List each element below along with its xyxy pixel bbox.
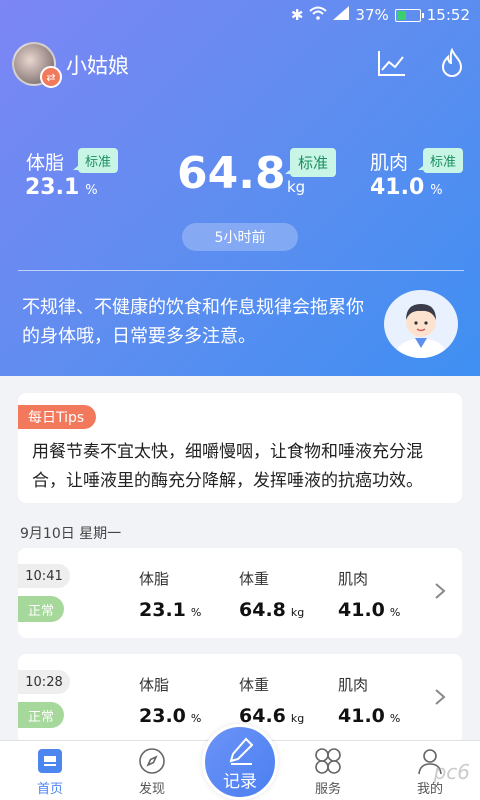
- summary-header: ✱ 37% 15:52 ⇄ 小姑娘 体脂 标准 23.1% 64.8 kg 标准…: [0, 0, 480, 376]
- record-time: 10:28: [18, 670, 70, 694]
- record-weight-unit: kg: [290, 712, 305, 725]
- compass-icon: [139, 748, 165, 774]
- body-fat-unit: %: [85, 183, 98, 198]
- record-muscle: 肌肉 41.0%: [338, 674, 400, 727]
- divider: [18, 270, 464, 271]
- battery-percent: 37%: [355, 6, 389, 24]
- body-fat-badge: 标准: [72, 148, 119, 173]
- record-muscle-value: 41.0: [338, 705, 385, 727]
- body-fat-value: 23.1%: [25, 175, 98, 200]
- body-fat-label: 体脂: [26, 152, 65, 174]
- record-time: 10:41: [18, 564, 70, 588]
- record-button[interactable]: 记录: [202, 724, 278, 800]
- record-muscle-unit: %: [389, 606, 401, 619]
- record-fat-unit: %: [190, 606, 202, 619]
- tips-tag: 每日Tips: [18, 405, 97, 429]
- pencil-icon: [229, 737, 254, 765]
- status-bar: ✱ 37% 15:52: [0, 0, 480, 32]
- body-fat-number: 23.1: [25, 175, 80, 200]
- muscle-unit: %: [430, 183, 443, 198]
- daily-tips-card[interactable]: 每日Tips 用餐节奏不宜太快，细嚼慢咽，让食物和唾液充分混合，让唾液里的酶充分…: [18, 393, 462, 503]
- tab-service[interactable]: 服务: [298, 747, 358, 797]
- flame-icon[interactable]: [437, 47, 467, 78]
- home-icon: [38, 749, 62, 773]
- muscle-badge: 标准: [417, 148, 464, 173]
- muscle-label: 肌肉: [370, 152, 409, 174]
- signal-icon: [333, 6, 350, 24]
- record-card[interactable]: 10:41 正常 体脂 23.1% 体重 64.8 kg 肌肉 41.0%: [18, 548, 462, 638]
- weight-unit: kg: [287, 178, 306, 196]
- username[interactable]: 小姑娘: [66, 50, 129, 80]
- record-fat-value: 23.1: [139, 599, 186, 621]
- record-muscle: 肌肉 41.0%: [338, 568, 400, 621]
- clock: 15:52: [426, 6, 470, 24]
- weight-value: 64.8: [177, 148, 286, 199]
- record-weight: 体重 64.8 kg: [239, 568, 304, 621]
- record-fat-label: 体脂: [139, 570, 170, 588]
- record-fat-label: 体脂: [139, 676, 170, 694]
- tab-mine-label: 我的: [416, 782, 443, 797]
- record-weight-unit: kg: [290, 606, 305, 619]
- record-muscle-label: 肌肉: [338, 570, 369, 588]
- chevron-right-icon[interactable]: [434, 688, 446, 706]
- battery-icon: [394, 8, 424, 22]
- record-muscle-value: 41.0: [338, 599, 385, 621]
- record-weight-label: 体重: [239, 676, 270, 694]
- record-muscle-label: 肌肉: [338, 676, 369, 694]
- muscle-number: 41.0: [370, 175, 425, 200]
- tab-discover-label: 发现: [138, 782, 165, 797]
- record-weight: 体重 64.6 kg: [239, 674, 304, 727]
- switch-user-icon[interactable]: ⇄: [40, 66, 62, 88]
- weight-badge: 标准: [284, 148, 337, 177]
- record-button-label: 记录: [223, 772, 257, 792]
- muscle-value: 41.0%: [370, 175, 443, 200]
- bluetooth-icon: ✱: [290, 6, 304, 24]
- record-fat-value: 23.0: [139, 705, 186, 727]
- advice-text: 不规律、不健康的饮食和作息规律会拖累你的身体哦，日常要多多注意。: [22, 297, 364, 347]
- tab-home-label: 首页: [36, 782, 63, 797]
- record-weight-value: 64.8: [239, 599, 286, 621]
- date-header: 9月10日 星期一: [20, 526, 122, 542]
- record-weight-label: 体重: [239, 570, 270, 588]
- record-status: 正常: [18, 596, 64, 622]
- record-fat-unit: %: [190, 712, 202, 725]
- doctor-avatar-icon[interactable]: [384, 290, 458, 358]
- wifi-icon: [309, 6, 328, 24]
- record-muscle-unit: %: [389, 712, 401, 725]
- record-status: 正常: [18, 702, 64, 728]
- clover-icon: [315, 748, 341, 774]
- tips-text: 用餐节奏不宜太快，细嚼慢咽，让食物和唾液充分混合，让唾液里的酶充分降解，发挥唾液…: [32, 442, 423, 491]
- chevron-right-icon[interactable]: [434, 582, 446, 600]
- record-fat: 体脂 23.0%: [139, 674, 201, 727]
- tab-discover[interactable]: 发现: [122, 747, 182, 797]
- watermark: pc6: [433, 760, 470, 784]
- record-fat: 体脂 23.1%: [139, 568, 201, 621]
- tab-home[interactable]: 首页: [20, 747, 80, 797]
- tab-service-label: 服务: [314, 782, 341, 797]
- trend-chart-icon[interactable]: [376, 48, 406, 78]
- time-ago-pill: 5小时前: [182, 223, 298, 251]
